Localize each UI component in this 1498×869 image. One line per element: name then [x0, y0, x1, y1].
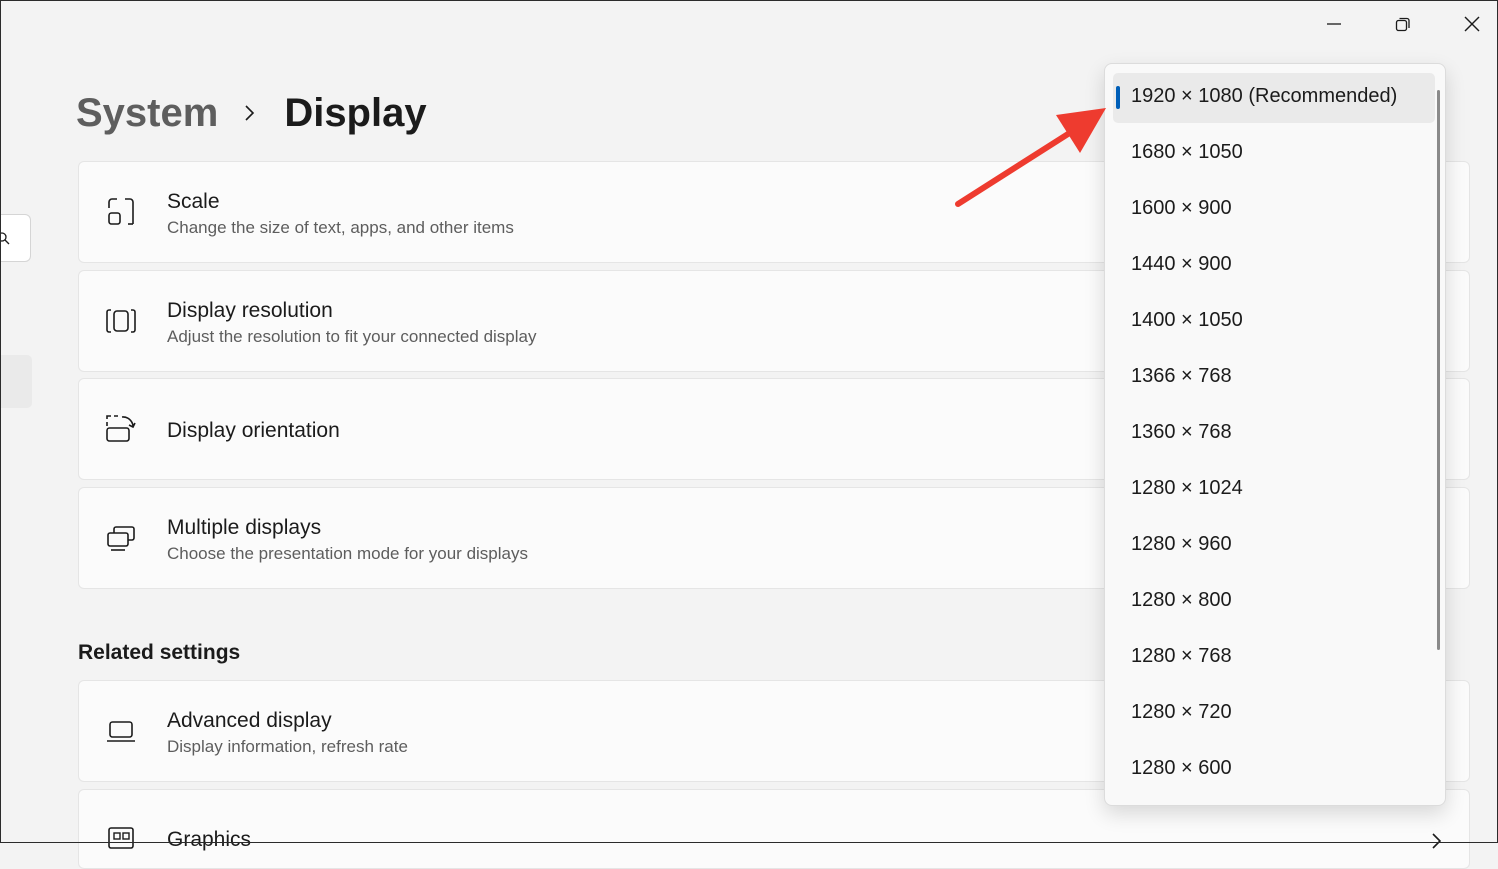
close-icon — [1464, 16, 1480, 32]
card-subtitle: Change the size of text, apps, and other… — [167, 218, 514, 237]
card-title: Multiple displays — [167, 516, 322, 539]
resolution-option-label: 1280 × 600 — [1131, 757, 1232, 779]
sidebar-item-selected[interactable] — [0, 355, 32, 408]
card-title: Advanced display — [167, 709, 332, 732]
resolution-option-label: 1400 × 1050 — [1131, 309, 1243, 331]
breadcrumb-parent[interactable]: System — [76, 88, 218, 138]
resolution-option-1680x1050[interactable]: 1680 × 1050 — [1113, 129, 1435, 179]
selected-indicator — [1116, 86, 1120, 109]
resolution-option-1360x768[interactable]: 1360 × 768 — [1113, 409, 1435, 459]
card-subtitle: Adjust the resolution to fit your connec… — [167, 327, 537, 346]
resolution-option-1366x768[interactable]: 1366 × 768 — [1113, 353, 1435, 403]
card-subtitle: Choose the presentation mode for your di… — [167, 544, 528, 563]
dropdown-scrollbar[interactable] — [1437, 90, 1440, 650]
search-box[interactable] — [0, 214, 31, 262]
resolution-option-label: 1600 × 900 — [1131, 197, 1232, 219]
resolution-option-1280x600[interactable]: 1280 × 600 — [1113, 745, 1435, 795]
multiple-displays-icon — [107, 526, 135, 551]
close-button[interactable] — [1449, 8, 1495, 40]
card-title: Scale — [167, 190, 220, 213]
resolution-option-label: 1360 × 768 — [1131, 421, 1232, 443]
breadcrumb: System Display — [76, 88, 427, 138]
card-title: Display orientation — [167, 419, 340, 442]
resolution-option-1400x1050[interactable]: 1400 × 1050 — [1113, 297, 1435, 347]
resolution-option-label: 1280 × 1024 — [1131, 477, 1243, 499]
page-title: Display — [284, 91, 427, 135]
resolution-option-label: 1920 × 1080 (Recommended) — [1131, 85, 1398, 107]
resolution-icon — [106, 309, 136, 333]
card-subtitle: Display information, refresh rate — [167, 737, 408, 756]
graphics-icon — [108, 827, 134, 849]
resolution-option-1440x900[interactable]: 1440 × 900 — [1113, 241, 1435, 291]
resolution-option-label: 1366 × 768 — [1131, 365, 1232, 387]
restore-icon — [1395, 17, 1410, 32]
card-title: Graphics — [167, 828, 252, 851]
minimize-icon — [1327, 23, 1341, 25]
card-title: Display resolution — [167, 299, 333, 322]
scale-icon — [108, 198, 134, 225]
resolution-option-1280x960[interactable]: 1280 × 960 — [1113, 521, 1435, 571]
resolution-option-1920x1080[interactable]: 1920 × 1080 (Recommended) — [1113, 73, 1435, 123]
resolution-dropdown-list[interactable]: 1920 × 1080 (Recommended) 1680 × 1050 16… — [1104, 63, 1446, 806]
orientation-icon — [106, 415, 136, 442]
resolution-option-label: 1280 × 720 — [1131, 701, 1232, 723]
resolution-option-1600x900[interactable]: 1600 × 900 — [1113, 185, 1435, 235]
resolution-option-label: 1680 × 1050 — [1131, 141, 1243, 163]
resolution-option-1280x768[interactable]: 1280 × 768 — [1113, 633, 1435, 683]
minimize-button[interactable] — [1311, 8, 1357, 40]
laptop-icon — [107, 721, 135, 742]
resolution-option-1280x1024[interactable]: 1280 × 1024 — [1113, 465, 1435, 515]
chevron-right-icon — [244, 104, 256, 122]
resolution-option-1280x720[interactable]: 1280 × 720 — [1113, 689, 1435, 739]
related-settings-heading: Related settings — [78, 641, 241, 664]
chevron-right-icon — [1432, 833, 1442, 849]
resolution-option-label: 1280 × 768 — [1131, 645, 1232, 667]
restore-button[interactable] — [1380, 8, 1426, 40]
resolution-option-label: 1440 × 900 — [1131, 253, 1232, 275]
resolution-option-label: 1280 × 800 — [1131, 589, 1232, 611]
resolution-option-1280x800[interactable]: 1280 × 800 — [1113, 577, 1435, 627]
resolution-option-label: 1280 × 960 — [1131, 533, 1232, 555]
search-icon — [0, 232, 10, 245]
